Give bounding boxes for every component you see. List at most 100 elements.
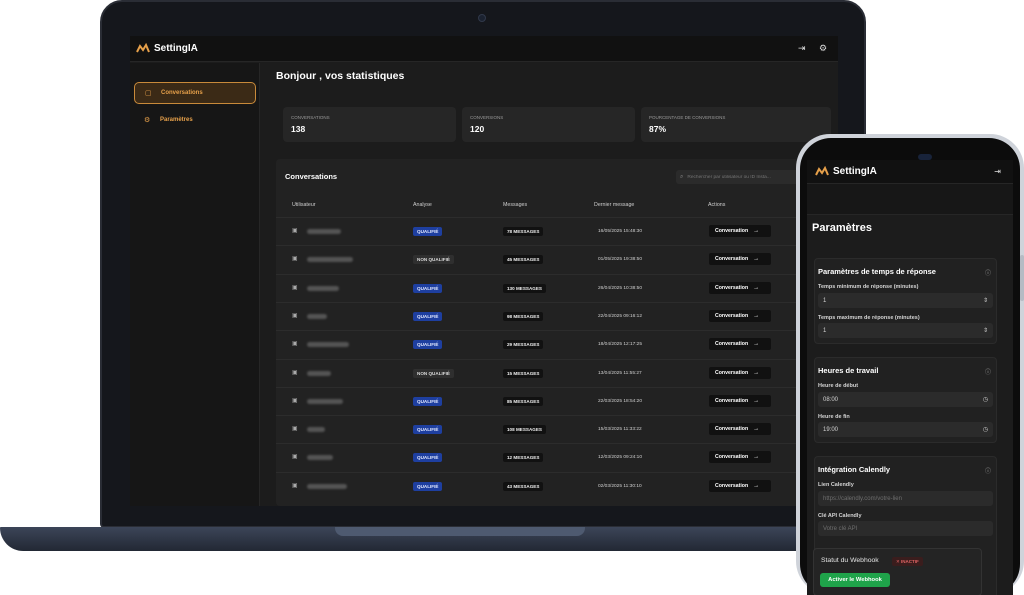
analysis-badge: QUALIFIÉ: [413, 453, 443, 463]
message-count-badge: 85 MESSAGES: [503, 396, 544, 406]
column-header-actions: Actions: [708, 202, 726, 208]
conversation-button[interactable]: Conversation →: [709, 451, 771, 464]
stat-label: CONVERSIONS: [470, 115, 504, 120]
app-logo[interactable]: SettingIA: [136, 42, 198, 55]
conversation-button-label: Conversation: [715, 341, 749, 348]
max-response-input[interactable]: 1 ⇕: [818, 323, 993, 338]
user-icon: ▣: [292, 284, 298, 291]
sidebar-item-parametres[interactable]: ⚙ Paramètres: [134, 109, 256, 131]
main-content: Bonjour , vos statistiques CONVERSATIONS…: [261, 63, 838, 506]
conversation-button[interactable]: Conversation →: [709, 281, 771, 294]
analysis-badge: NON QUALIFIÉ: [413, 255, 454, 265]
calendly-link-input[interactable]: https://calendly.com/votre-lien: [818, 491, 993, 506]
arrow-right-icon: →: [753, 482, 760, 489]
search-input[interactable]: [687, 174, 806, 180]
conversation-button[interactable]: Conversation →: [709, 479, 771, 492]
conversation-button-label: Conversation: [715, 454, 749, 461]
analysis-badge: QUALIFIÉ: [413, 283, 443, 293]
last-message-date: 16/05/2025 15:48:30: [598, 229, 643, 234]
min-response-input[interactable]: 1 ⇕: [818, 293, 993, 308]
device-mockup: SettingIA ⇥ ⚙ ▢ Conversations ⚙ Paramètr…: [0, 0, 1024, 595]
info-icon[interactable]: ⓘ: [985, 268, 991, 277]
input-value: 19:00: [823, 426, 839, 433]
logout-icon[interactable]: ⇥: [798, 44, 807, 53]
blurred-username: [307, 370, 331, 376]
gear-icon[interactable]: ⚙: [819, 44, 828, 53]
arrow-right-icon: →: [753, 284, 760, 291]
analysis-badge: NON QUALIFIÉ: [413, 368, 454, 378]
arrow-right-icon: →: [753, 312, 760, 319]
analysis-badge: QUALIFIÉ: [413, 340, 443, 350]
logout-icon[interactable]: ⇥: [994, 167, 1001, 176]
end-time-label: Heure de fin: [818, 414, 850, 420]
conversation-button[interactable]: Conversation →: [709, 309, 771, 322]
blurred-username: [307, 398, 343, 404]
blurred-username: [307, 427, 325, 433]
conversation-button[interactable]: Conversation →: [709, 253, 771, 266]
stepper-icon[interactable]: ⇕: [983, 297, 988, 304]
clock-icon[interactable]: ◷: [983, 426, 988, 433]
last-message-date: 22/04/2025 09:16:12: [598, 313, 643, 319]
gear-icon: ⚙: [144, 117, 151, 124]
app-name: SettingIA: [833, 166, 877, 177]
input-value: 08:00: [823, 396, 839, 403]
end-time-input[interactable]: 19:00 ◷: [818, 422, 993, 437]
last-message-date: 02/03/2025 11:30:10: [598, 483, 642, 489]
sidebar-item-conversations[interactable]: ▢ Conversations: [134, 82, 256, 104]
webhook-status-label: Statut du Webhook: [821, 557, 879, 564]
user-icon: ▣: [292, 256, 298, 263]
table-row: ▣ QUALIFIÉ 29 MESSAGES 18/04/2025 12:17:25 C…: [276, 330, 816, 358]
table-row: ▣ QUALIFIÉ 43 MESSAGES 02/03/2025 11:30:10 C…: [276, 471, 816, 500]
table-header: Utilisateur Analyse Messages Dernier mes…: [276, 202, 816, 212]
message-count-badge: 12 MESSAGES: [503, 453, 544, 463]
page-title: Paramètres: [812, 222, 872, 234]
search-icon: ⌕: [680, 173, 684, 180]
last-message-date: 13/04/2025 11:55:27: [598, 370, 642, 376]
analysis-badge: QUALIFIÉ: [413, 396, 443, 406]
stat-label: CONVERSATIONS: [291, 115, 330, 120]
calendly-key-input[interactable]: Votre clé API: [818, 521, 993, 536]
table-row: ▣ QUALIFIÉ 108 MESSAGES 15/03/2025 11:33:22…: [276, 415, 816, 443]
conversation-button[interactable]: Conversation →: [709, 366, 771, 379]
clock-icon[interactable]: ◷: [983, 396, 988, 403]
message-count-badge: 43 MESSAGES: [503, 481, 544, 491]
conversation-button[interactable]: Conversation →: [709, 338, 771, 351]
blurred-username: [307, 483, 347, 489]
info-icon[interactable]: ⓘ: [985, 466, 991, 475]
last-message-date: 01/05/2025 19:38:50: [598, 257, 643, 263]
stepper-icon[interactable]: ⇕: [983, 327, 988, 334]
table-row: ▣ QUALIFIÉ 85 MESSAGES 22/03/2025 18:54:20 C…: [276, 386, 816, 415]
input-value: 1: [823, 327, 827, 334]
analysis-badge: QUALIFIÉ: [413, 425, 443, 435]
input-placeholder: https://calendly.com/votre-lien: [823, 495, 902, 502]
user-icon: ▣: [292, 369, 298, 376]
logo-icon: [815, 165, 829, 175]
table-row: ▣ NON QUALIFIÉ 45 MESSAGES 01/05/2025 19:38…: [276, 245, 816, 273]
stat-value: 138: [291, 124, 306, 134]
conversation-button-label: Conversation: [715, 369, 749, 376]
search-box[interactable]: ⌕: [676, 170, 806, 184]
input-value: 1: [823, 297, 827, 304]
laptop-notch: [335, 527, 585, 536]
conversation-button[interactable]: Conversation →: [709, 225, 771, 237]
activate-webhook-button[interactable]: Activer le Webhook: [820, 573, 890, 587]
arrow-right-icon: →: [753, 369, 760, 376]
status-badge: ✕ INACTIF: [892, 557, 923, 566]
app-logo[interactable]: SettingIA: [815, 165, 877, 178]
stat-card-conversions: CONVERSIONS 120: [462, 107, 635, 142]
analysis-badge: QUALIFIÉ: [413, 311, 443, 321]
work-hours-section: Heures de travail ⓘ Heure de début 08:00…: [814, 357, 997, 443]
column-header-messages: Messages: [503, 202, 528, 208]
info-icon[interactable]: ⓘ: [985, 367, 991, 376]
phone-top-bar: SettingIA ⇥: [807, 160, 1013, 184]
conversation-button[interactable]: Conversation →: [709, 423, 771, 436]
logo-icon: [136, 42, 150, 52]
conversation-button-label: Conversation: [715, 312, 749, 319]
start-time-input[interactable]: 08:00 ◷: [818, 392, 993, 407]
stat-value: 120: [470, 124, 485, 134]
blurred-username: [307, 229, 341, 234]
conversation-button[interactable]: Conversation →: [709, 394, 771, 407]
last-message-date: 15/03/2025 11:33:22: [598, 427, 642, 433]
arrow-right-icon: →: [753, 256, 760, 263]
close-icon: ✕: [896, 559, 900, 564]
